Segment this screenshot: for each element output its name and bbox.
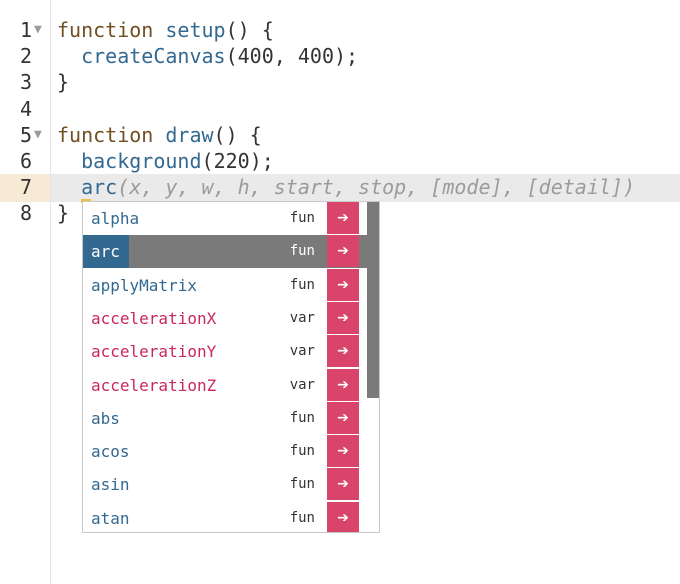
autocomplete-item-type: var	[289, 377, 315, 393]
arrow-right-icon[interactable]: ➔	[327, 235, 359, 267]
autocomplete-item-type: fun	[289, 443, 315, 459]
code-token: draw	[165, 123, 214, 147]
code-token: (	[225, 44, 238, 68]
line-number: 2	[19, 44, 32, 68]
code-line[interactable]: background(220);	[57, 148, 274, 174]
code-token: 400	[237, 44, 274, 68]
autocomplete-item-type: fun	[289, 243, 315, 259]
autocomplete-item[interactable]: abs fun ➔	[83, 402, 369, 435]
code-token: );	[333, 44, 359, 68]
line-number: 5	[19, 123, 32, 147]
arrow-right-icon[interactable]: ➔	[327, 369, 359, 401]
autocomplete-item-type: fun	[289, 476, 315, 492]
autocomplete-item[interactable]: accelerationZ var ➔	[83, 369, 369, 402]
autocomplete-item-name: acos	[91, 442, 130, 461]
code-token: 220	[213, 149, 250, 173]
autocomplete-item[interactable]: asin fun ➔	[83, 468, 369, 501]
line-number: 3	[19, 70, 32, 94]
code-token: () {	[225, 18, 274, 42]
autocomplete-scrollbar[interactable]	[367, 202, 379, 532]
autocomplete-item-name: arc	[91, 242, 120, 261]
code-token: function	[57, 18, 166, 42]
code-token: function	[57, 123, 166, 147]
arrow-right-icon[interactable]: ➔	[327, 302, 359, 334]
arrow-right-icon[interactable]: ➔	[327, 269, 359, 301]
line-number: 1	[19, 18, 32, 42]
code-token: setup	[165, 18, 226, 42]
autocomplete-item-type: var	[289, 343, 315, 359]
arrow-right-icon[interactable]: ➔	[327, 468, 359, 500]
code-line[interactable]: }	[57, 69, 69, 95]
autocomplete-item[interactable]: accelerationY var ➔	[83, 335, 369, 368]
code-token: (	[201, 149, 214, 173]
autocomplete-item-name: atan	[91, 509, 130, 528]
triangle-down-icon[interactable]: ▼	[34, 122, 46, 148]
autocomplete-item-name: alpha	[91, 209, 140, 228]
code-token: () {	[213, 123, 262, 147]
code-token: (x, y, w, h, start, stop, [mode], [detai…	[117, 175, 635, 199]
autocomplete-item-type: fun	[289, 210, 315, 226]
arrow-right-icon[interactable]: ➔	[327, 202, 359, 234]
autocomplete-item-name: accelerationZ	[91, 376, 217, 395]
autocomplete-item-name: accelerationY	[91, 342, 217, 361]
code-token: );	[249, 149, 274, 173]
code-line[interactable]: }	[57, 200, 69, 226]
autocomplete-item[interactable]: acos fun ➔	[83, 435, 369, 468]
code-line[interactable]: function draw() {	[57, 122, 262, 148]
autocomplete-item-type: var	[289, 310, 315, 326]
code-token: }	[57, 70, 70, 94]
code-line[interactable]: function setup() {	[57, 17, 274, 43]
code-token: 400	[297, 44, 334, 68]
code-token: }	[57, 201, 70, 225]
code-token: ,	[273, 44, 298, 68]
triangle-down-icon[interactable]: ▼	[34, 17, 46, 43]
autocomplete-item-type: fun	[289, 510, 315, 526]
autocomplete-item[interactable]: arc fun ➔	[83, 235, 369, 268]
autocomplete-item[interactable]: applyMatrix fun ➔	[83, 269, 369, 302]
autocomplete-item-type: fun	[289, 410, 315, 426]
code-line[interactable]: arc(x, y, w, h, start, stop, [mode], [de…	[57, 174, 635, 200]
arrow-right-icon[interactable]: ➔	[327, 335, 359, 367]
line-number: 4	[19, 97, 32, 121]
autocomplete-popup[interactable]: alpha fun ➔ arc fun ➔ applyMatrix fun ➔ accelerat…	[82, 201, 380, 533]
line-number: 8	[19, 201, 32, 225]
code-token: background	[81, 149, 202, 173]
line-number: 7	[19, 175, 32, 199]
arrow-right-icon[interactable]: ➔	[327, 502, 359, 532]
autocomplete-scroll-thumb[interactable]	[367, 202, 379, 398]
line-number: 6	[19, 149, 32, 173]
autocomplete-item[interactable]: alpha fun ➔	[83, 202, 369, 235]
arrow-right-icon[interactable]: ➔	[327, 435, 359, 467]
code-line[interactable]: createCanvas(400, 400);	[57, 43, 358, 69]
autocomplete-item-type: fun	[289, 277, 315, 293]
code-token: createCanvas	[81, 44, 226, 68]
code-token: arc	[81, 175, 118, 199]
autocomplete-item-name: accelerationX	[91, 309, 217, 328]
autocomplete-item-name: asin	[91, 475, 130, 494]
autocomplete-item[interactable]: accelerationX var ➔	[83, 302, 369, 335]
autocomplete-item-name: applyMatrix	[91, 276, 197, 295]
autocomplete-item[interactable]: atan fun ➔	[83, 502, 369, 532]
autocomplete-item-name: abs	[91, 409, 120, 428]
arrow-right-icon[interactable]: ➔	[327, 402, 359, 434]
